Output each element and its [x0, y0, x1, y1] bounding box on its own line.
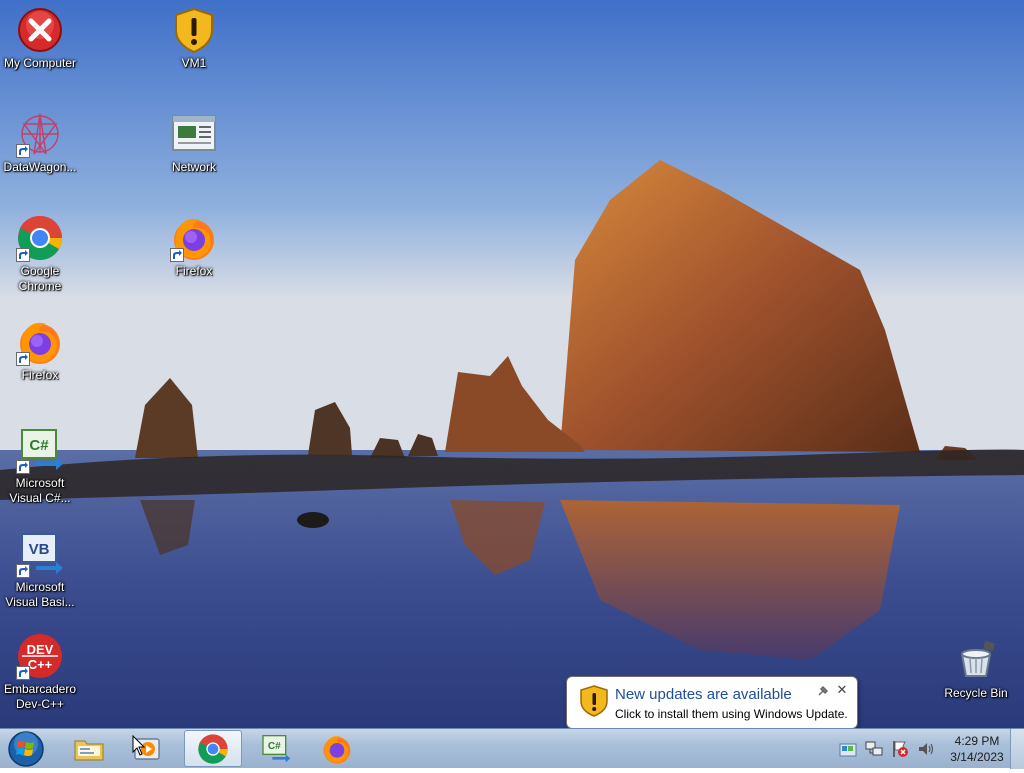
svg-text:DEV: DEV	[27, 642, 54, 657]
desktop-icon-label: Firefox	[21, 368, 59, 382]
desktop-icon-my-computer[interactable]: My Computer	[0, 6, 80, 71]
svg-text:C#: C#	[29, 437, 49, 454]
notification-text: Click to install them using Windows Upda…	[615, 707, 848, 721]
desktop-icon-label: Firefox	[175, 264, 213, 278]
close-icon[interactable]: ✕	[835, 683, 849, 697]
visual-csharp-icon: C#	[16, 426, 64, 474]
desktop-icon-google-chrome[interactable]: Google Chrome	[0, 214, 80, 294]
svg-text:C#: C#	[268, 741, 281, 752]
network-icon	[170, 110, 218, 158]
taskbar-file-explorer[interactable]	[60, 730, 118, 767]
taskbar-firefox[interactable]	[308, 730, 366, 767]
volume-icon[interactable]	[916, 739, 936, 759]
shortcut-arrow-icon	[170, 248, 184, 262]
desktop-icon-label: Microsoft Visual Basi...	[5, 580, 75, 609]
desktop-icon-label: Embarcadero Dev-C++	[3, 682, 77, 711]
shortcut-arrow-icon	[16, 666, 30, 680]
svg-text:VB: VB	[29, 541, 50, 558]
notification-title: New updates are available	[615, 686, 792, 703]
taskbar: C# 4:29 PM 3/14/2023	[0, 728, 1024, 769]
action-center-flag-icon[interactable]	[890, 739, 910, 759]
desktop-icon-firefox[interactable]: Firefox	[154, 214, 234, 279]
desktop-icon-label: My Computer	[3, 56, 77, 70]
error-x-icon	[16, 6, 64, 54]
taskbar-media-player[interactable]	[118, 730, 176, 767]
datawagon-icon	[16, 110, 64, 158]
chrome-icon	[16, 214, 64, 262]
recycle-bin-icon	[952, 636, 1000, 684]
firefox-icon	[323, 735, 351, 764]
desktop-icon-label: Microsoft Visual C#...	[9, 476, 71, 505]
windows-update-tray-icon[interactable]	[838, 739, 858, 759]
firefox-icon	[16, 318, 64, 366]
folder-icon	[74, 740, 104, 760]
firefox-icon	[170, 214, 218, 262]
desktop-icon-devcpp[interactable]: DEV C++ Embarcadero Dev-C++	[0, 632, 80, 712]
clock-date: 3/14/2023	[950, 750, 1004, 764]
desktop-icon-label: DataWagon...	[3, 160, 77, 174]
taskbar-chrome[interactable]	[184, 730, 242, 767]
show-desktop-button[interactable]	[1010, 729, 1024, 769]
chrome-icon	[198, 733, 228, 764]
mouse-cursor-icon	[132, 735, 146, 756]
desktop-icon-firefox[interactable]: Firefox	[0, 318, 80, 383]
taskbar-clock[interactable]: 4:29 PM 3/14/2023	[946, 733, 1008, 765]
visual-csharp-icon: C#	[262, 734, 291, 762]
shortcut-arrow-icon	[16, 248, 30, 262]
windows-logo-icon	[8, 731, 44, 767]
desktop-icon-label: Network	[171, 160, 216, 174]
start-button[interactable]	[6, 730, 46, 768]
desktop-icon-visual-csharp[interactable]: C# Microsoft Visual C#...	[0, 426, 80, 506]
desktop-icon-vm1[interactable]: VM1	[154, 6, 234, 71]
desktop-icon-label: Recycle Bin	[944, 686, 1008, 700]
desktop-icon-network[interactable]: Network	[154, 110, 234, 175]
shortcut-arrow-icon	[16, 564, 30, 578]
security-shield-icon	[580, 685, 608, 717]
desktop-icon-visual-basic[interactable]: VB Microsoft Visual Basi...	[0, 530, 80, 610]
clock-time: 4:29 PM	[954, 734, 1000, 748]
devcpp-icon: DEV C++	[16, 632, 64, 680]
desktop-icon-label: Google Chrome	[18, 264, 62, 293]
shortcut-arrow-icon	[16, 144, 30, 158]
taskbar-visual-csharp[interactable]: C#	[246, 730, 304, 767]
windows-update-notification[interactable]: New updates are available Click to insta…	[566, 676, 858, 728]
desktop-icon-label: VM1	[181, 56, 207, 70]
desktop-icon-datawagon[interactable]: DataWagon...	[0, 110, 80, 175]
security-shield-icon	[170, 6, 218, 54]
network-tray-icon[interactable]	[864, 739, 884, 759]
system-tray: 4:29 PM 3/14/2023	[832, 729, 1008, 769]
desktop-icon-recycle-bin[interactable]: Recycle Bin	[936, 636, 1016, 701]
options-icon[interactable]	[817, 685, 829, 697]
svg-text:C++: C++	[28, 657, 53, 672]
shortcut-arrow-icon	[16, 460, 30, 474]
visual-basic-icon: VB	[16, 530, 64, 578]
desktop[interactable]: My Computer VM1 DataWagon... Network Goo…	[0, 0, 1024, 728]
shortcut-arrow-icon	[16, 352, 30, 366]
